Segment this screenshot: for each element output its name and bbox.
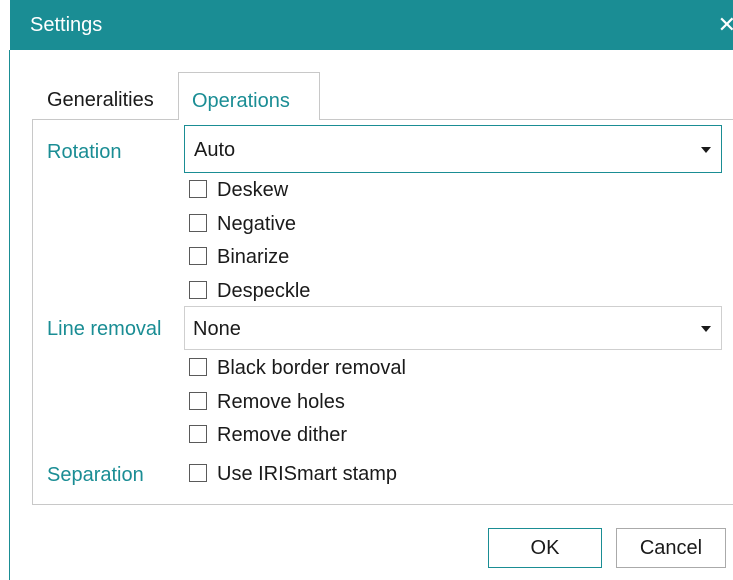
rotation-value: Auto bbox=[194, 139, 236, 161]
checkbox-icon[interactable] bbox=[189, 214, 207, 232]
checkbox-icon[interactable] bbox=[189, 392, 207, 410]
chevron-down-icon bbox=[701, 147, 711, 153]
deskew-label: Deskew bbox=[217, 179, 289, 201]
rotation-dropdown[interactable]: Auto bbox=[184, 125, 722, 173]
black-border-removal-label: Black border removal bbox=[217, 357, 406, 379]
negative-label: Negative bbox=[217, 213, 296, 235]
remove-holes-label: Remove holes bbox=[217, 391, 345, 413]
binarize-label: Binarize bbox=[217, 246, 290, 268]
settings-dialog: Settings ✕ Generalities Operations Rotat… bbox=[0, 0, 733, 580]
line-removal-dropdown[interactable]: None bbox=[184, 306, 722, 350]
despeckle-label: Despeckle bbox=[217, 280, 311, 302]
checkbox-icon[interactable] bbox=[189, 464, 207, 482]
remove-dither-label: Remove dither bbox=[217, 424, 348, 446]
dialog-title: Settings bbox=[30, 14, 103, 36]
ok-button[interactable]: OK bbox=[488, 528, 602, 568]
separation-label: Separation bbox=[47, 464, 144, 486]
rotation-label: Rotation bbox=[47, 141, 122, 163]
close-icon[interactable]: ✕ bbox=[718, 12, 733, 38]
checkbox-icon[interactable] bbox=[189, 281, 207, 299]
window-border bbox=[9, 50, 10, 580]
line-removal-value: None bbox=[193, 318, 241, 340]
cancel-button[interactable]: Cancel bbox=[616, 528, 726, 568]
line-removal-label: Line removal bbox=[47, 318, 162, 340]
tab-operations-label: Operations bbox=[192, 90, 290, 112]
checkbox-icon[interactable] bbox=[189, 358, 207, 376]
irismart-stamp-label: Use IRISmart stamp bbox=[217, 463, 398, 485]
checkbox-icon[interactable] bbox=[189, 180, 207, 198]
title-bar[interactable]: Settings ✕ bbox=[10, 0, 733, 50]
tab-operations[interactable]: Operations bbox=[178, 72, 320, 120]
chevron-down-icon bbox=[701, 326, 711, 332]
checkbox-icon[interactable] bbox=[189, 425, 207, 443]
tab-generalities[interactable]: Generalities bbox=[47, 87, 154, 113]
checkbox-icon[interactable] bbox=[189, 247, 207, 265]
